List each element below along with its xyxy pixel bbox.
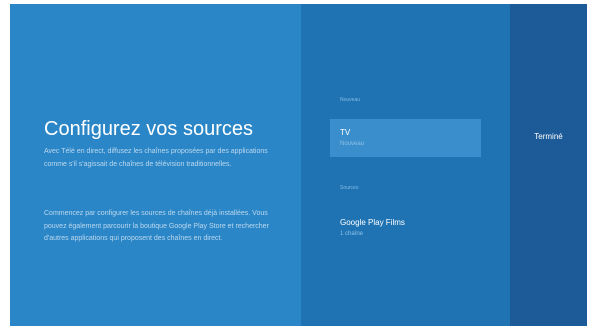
live-channels-setup-screen: Configurez vos sources Avec Télé en dire… [10, 4, 587, 326]
page-title: Configurez vos sources [44, 118, 253, 140]
intro-text: Avec Télé en direct, diffusez les chaîne… [44, 148, 268, 168]
done-button[interactable]: Terminé [510, 128, 587, 146]
source-item-subtitle: 1 chaîne [340, 231, 364, 237]
sources-panel [301, 4, 510, 326]
source-item-title: Google Play Films [340, 218, 405, 227]
actions-panel [510, 4, 587, 326]
description-panel: Configurez vos sources Avec Télé en dire… [10, 4, 301, 326]
source-item-google-play-films[interactable]: Google Play Films 1 chaîne [330, 209, 481, 247]
instructions-text: Commencez par configurer les sources de … [44, 210, 269, 242]
section-label-new: Nouveau [340, 97, 361, 103]
source-item-subtitle: Nouveau [340, 141, 365, 147]
source-item-tv[interactable]: TV Nouveau [330, 119, 481, 157]
source-item-title: TV [340, 128, 351, 137]
section-label-sources: Sources [340, 185, 359, 191]
